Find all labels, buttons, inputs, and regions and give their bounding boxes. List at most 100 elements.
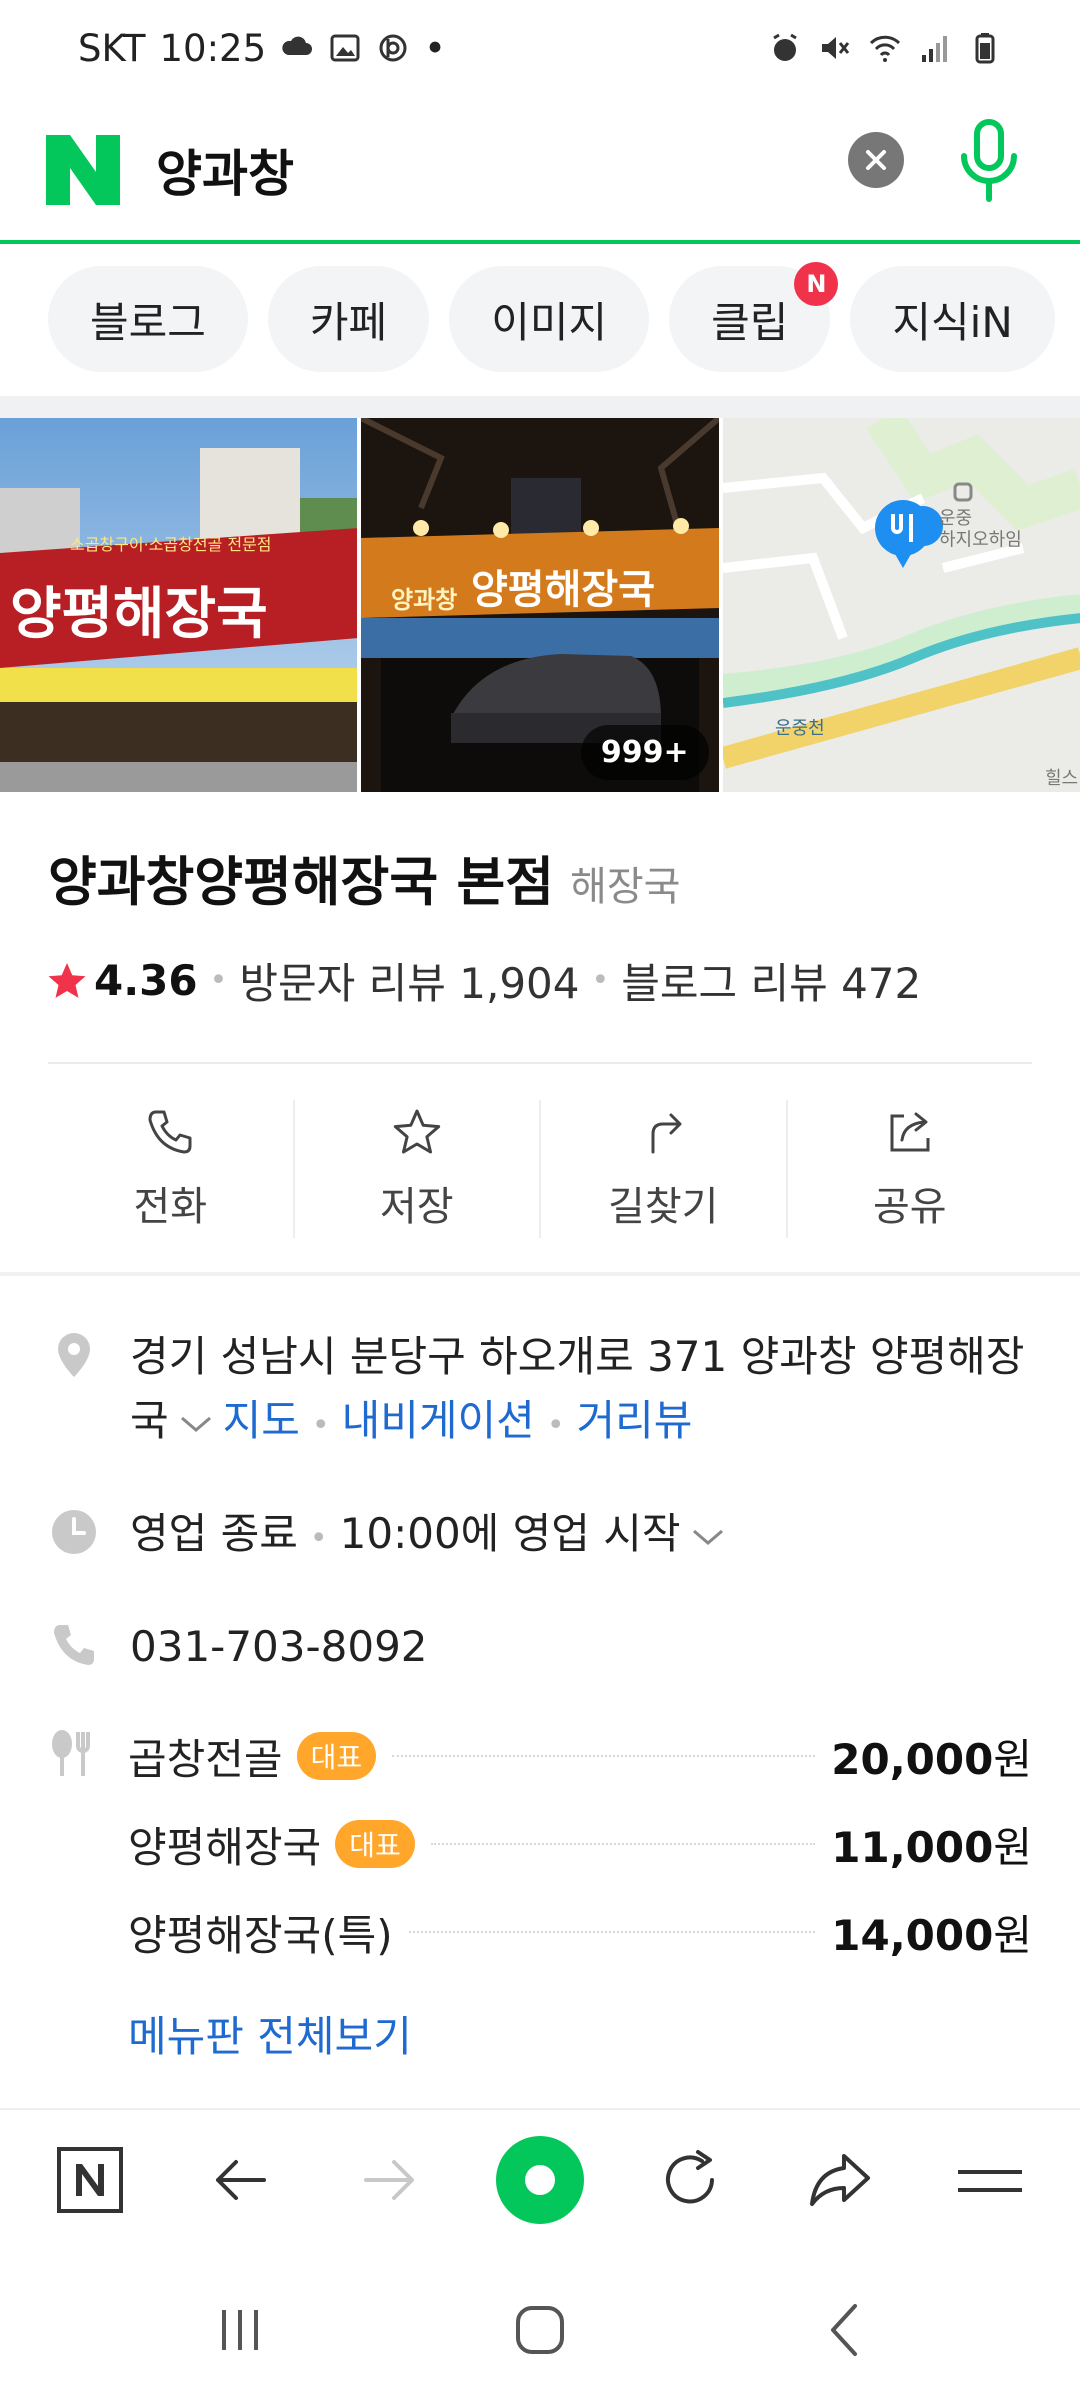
address-row: 경기 성남시 분당구 하오개로 371 양과창 양평해장국 지도 • 내비게이션 • 거리… [48,1325,1030,1458]
tab-blog[interactable]: 블로그 [48,266,248,372]
back-icon[interactable] [815,2300,875,2360]
directions-icon [651,1113,682,1154]
menu-button[interactable] [950,2140,1030,2220]
tab-kin[interactable]: 지식iN [850,266,1055,372]
photo2-sign: 양평해장국 [471,567,655,613]
status-bar: SKT 10:25 • [0,0,1080,96]
representative-badge: 대표 [335,1820,415,1868]
recent-apps-icon[interactable] [210,2300,270,2360]
blog-review-link[interactable]: 블로그 리뷰 472 [621,950,921,1011]
forward-icon [364,2160,414,2200]
refresh-button[interactable] [650,2140,730,2220]
chevron-down-icon[interactable] [179,1414,213,1434]
photo-exterior-day[interactable]: 소곱창구이·소곱창전골 전문점 양평해장국 [0,418,358,792]
directions-button[interactable]: 길찾기 [541,1100,788,1238]
save-button[interactable]: 저장 [295,1100,541,1238]
navigation-link[interactable]: 내비게이션 [342,1396,535,1445]
location-pin-icon [58,1333,90,1377]
share-button[interactable] [800,2140,880,2220]
back-icon [216,2160,266,2200]
street-view-link[interactable]: 거리뷰 [577,1396,693,1445]
menu-item-name: 양평해장국(특) [128,1910,393,1960]
representative-badge: 대표 [296,1732,377,1780]
share-icon [890,1112,930,1152]
hours-row[interactable]: 영업 종료 • 10:00에 영업 시작 [48,1502,735,1571]
green-dot-icon [496,2136,584,2224]
phone-row[interactable]: 031-703-8092 [48,1615,428,1679]
share-button[interactable]: 공유 [788,1100,1033,1238]
dotted-leader [408,1931,816,1933]
home-icon[interactable] [510,2300,570,2360]
separator-dot: • [546,1408,565,1443]
photo-count-badge: 999+ [580,725,709,780]
view-full-menu-link[interactable]: 메뉴판 전체보기 [128,2003,412,2064]
naver-n-icon[interactable] [46,135,120,205]
forward-button[interactable] [350,2140,430,2220]
chevron-down-icon[interactable] [691,1527,725,1547]
dotted-leader [392,1755,816,1757]
share-arrow-icon [810,2154,870,2206]
dotted-leader [430,1843,816,1845]
map-corner-label: 힐스 [1045,768,1078,789]
menu-item-price: 20,000원 [831,1734,1032,1784]
place-title: 양과창양평해장국 본점 해장국 [48,840,680,916]
phone-number[interactable]: 031-703-8092 [130,1622,428,1671]
battery-icon [975,33,995,64]
visitor-review-link[interactable]: 방문자 리뷰 1,904 [239,950,579,1011]
separator-dot: • [309,1521,328,1556]
naver-home-button[interactable] [50,2140,130,2220]
photo1-banner: 소곱창구이·소곱창전골 전문점 [70,535,272,554]
menu-item[interactable]: 양평해장국(특) 14,000원 [128,1902,1032,1962]
rating-value: 4.36 [94,956,198,1005]
call-button[interactable]: 전화 [48,1100,295,1238]
photo2-logo: 양과창 [391,586,457,614]
action-bar: 전화 저장 길찾기 공유 [48,1100,1032,1238]
notification-dot: • [424,26,446,70]
action-label: 공유 [872,1184,947,1230]
map-thumbnail[interactable]: 운중 하지오하임 운중천 힐스 [722,418,1080,792]
gallery-icon [330,34,360,62]
photo-strip: 소곱창구이·소곱창전골 전문점 양평해장국 양과창 양평해장국 999+ 운중 … [0,418,1080,792]
map-stream-label: 운중천 [775,718,825,739]
menu-item[interactable]: 양평해장국 대표 11,000원 [128,1814,1032,1874]
category-tabs: 블로그 카페 이미지 클립 N 지식iN [0,248,1080,394]
place-category: 해장국 [570,864,681,910]
map-link[interactable]: 지도 [223,1396,300,1445]
alarm-icon [773,33,797,61]
refresh-icon [666,2150,714,2204]
search-query[interactable]: 양과창 [156,134,294,206]
fork-knife-icon [52,1729,90,1776]
browser-toolbar [0,2108,1080,2250]
separator-dot: • [209,963,228,998]
hours-next: 10:00에 영업 시작 [339,1509,681,1558]
place-name[interactable]: 양과창양평해장국 본점 [48,840,554,916]
back-button[interactable] [200,2140,280,2220]
divider [48,1062,1032,1064]
mic-icon[interactable] [954,116,1024,206]
separator-dot: • [311,1408,330,1443]
tab-label: 카페 [309,297,388,347]
menu-item[interactable]: 곱창전골 대표 20,000원 [128,1726,1032,1786]
clock-icon [52,1510,96,1554]
signal-icon [922,36,947,62]
tab-clip[interactable]: 클립 N [669,262,839,372]
tab-label: 지식iN [892,297,1013,347]
tab-image[interactable]: 이미지 [449,266,650,372]
clear-icon [866,150,886,170]
wifi-icon [869,35,901,62]
menu-item-name: 양평해장국 [128,1822,322,1872]
menu-item-price: 11,000원 [831,1822,1032,1872]
green-dot-button[interactable] [490,2130,590,2230]
section-divider [0,396,1080,418]
mute-icon [822,37,850,59]
section-divider [0,1272,1080,1276]
clear-button[interactable] [848,132,904,188]
action-label: 길찾기 [608,1184,719,1230]
phone-icon [54,1625,94,1665]
action-label: 전화 [133,1184,208,1230]
tab-label: 이미지 [491,297,608,347]
tab-cafe[interactable]: 카페 [267,266,430,372]
photo-exterior-night[interactable]: 양과창 양평해장국 999+ [361,418,719,792]
system-nav-bar [0,2250,1080,2400]
bixby-icon [379,34,407,62]
